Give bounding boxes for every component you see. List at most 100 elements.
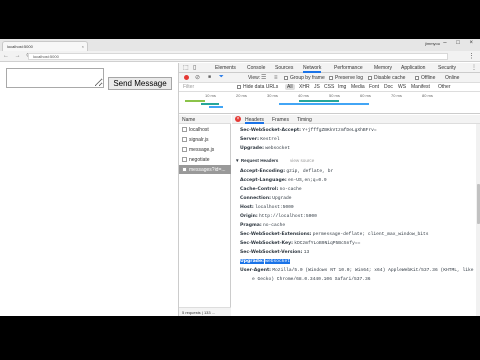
header-row: Sec-WebSocket-Key: kDCzmfYLoB9NiqP5Bc5nf… [240,241,361,246]
tab-sources[interactable]: Sources [275,65,293,71]
header-row: Cache-Control: no-cache [240,187,302,192]
header-row: Server: Kestrel [240,137,280,142]
request-row-selected[interactable]: messages?id=... [179,165,231,174]
file-icon [182,127,187,132]
request-row[interactable]: localhost [179,125,231,134]
detail-scrollbar[interactable] [476,124,480,316]
filter-type-all[interactable]: All [285,84,295,90]
view-source-link[interactable]: view source [290,158,314,163]
header-row: Origin: http://localhost:5000 [240,214,317,219]
header-row: Accept-Encoding: gzip, deflate, br [240,169,334,174]
tab-application[interactable]: Application [401,65,425,71]
devtools-panel: ⬚ ▯ Elements Console Sources Network Per… [178,63,480,316]
timeline-bar [279,103,369,105]
timeline-bar [201,103,219,105]
timeline-tick: 80 ms [422,93,433,98]
header-row: User-Agent: Mozilla/5.0 (Windows NT 10.0… [240,268,474,273]
network-toolbar: ⊘ ■ ⏷ View: ☰ ≡ Group by frame Preserve … [179,73,480,83]
record-icon[interactable] [184,75,189,80]
devtools-more-icon[interactable]: ⋮ [471,64,477,71]
filter-type-doc[interactable]: Doc [384,84,393,90]
clear-icon[interactable]: ⊘ [195,74,200,81]
timeline-tick: 70 ms [391,93,402,98]
header-row-continuation: e Gecko) Chrome/68.0.3440.106 Safari/537… [252,277,371,282]
tab-security[interactable]: Security [438,65,456,71]
browser-tab[interactable]: localhost:5000 × [2,41,88,51]
tab-headers[interactable]: Headers [245,117,264,124]
filter-icon[interactable]: ⏷ [219,74,224,81]
camera-icon[interactable]: ■ [208,74,211,80]
tab-performance[interactable]: Performance [334,65,363,71]
window-controls[interactable]: – □ × [443,40,477,46]
inspect-element-icon[interactable]: ⬚ [183,64,189,71]
file-icon [182,167,187,172]
address-bar: ← → ⟳ localhost:5000 ⋮ [0,51,480,62]
disable-cache-checkbox[interactable]: Disable cache [368,75,405,81]
timeline-bar [185,100,205,102]
device-toolbar-icon[interactable]: ▯ [193,64,196,71]
browser-menu-icon[interactable]: ⋮ [468,52,475,60]
filter-bar: Filter Hide data URLs All XHR JS CSS Img… [179,83,480,92]
request-headers-title[interactable]: ▼ Request Headers [235,158,278,163]
header-row: Connection: Upgrade [240,196,292,201]
url-input[interactable]: localhost:5000 [28,53,448,60]
request-list-header[interactable]: Name [179,115,231,124]
filter-type-other[interactable]: Other [438,84,451,90]
filter-type-xhr[interactable]: XHR [299,84,310,90]
offline-checkbox[interactable]: Offline [415,75,435,81]
header-row: Sec-WebSocket-Accept: Y+jfffgZBKkVtzmfDe… [240,128,377,133]
view-label: View: [248,75,261,81]
devtools-tab-bar: ⬚ ▯ Elements Console Sources Network Per… [179,63,480,73]
timeline-tick: 10 ms [205,93,216,98]
request-detail: × Headers Frames Timing Sec-WebSocket-Ac… [232,115,480,316]
request-headers-section[interactable]: ▼ Request Headers view source [232,158,480,166]
send-message-button[interactable]: Send Message [108,77,172,90]
request-summary: 5 requests | 133 ... [179,307,231,316]
browser-tab-bar: localhost:5000 × jimmyou – □ × [0,39,480,51]
window-user-label: jimmyou [425,41,440,46]
network-timeline[interactable]: 10 ms 20 ms 30 ms 40 ms 50 ms 60 ms 70 m… [179,92,480,114]
preserve-log-checkbox[interactable]: Preserve log [329,75,363,81]
timeline-tick: 60 ms [360,93,371,98]
header-row: Upgrade: websocket [240,146,291,151]
tab-memory[interactable]: Memory [374,65,392,71]
page-content: Send Message [0,63,178,316]
timeline-bar [299,100,339,102]
filter-type-media[interactable]: Media [351,84,365,90]
tab-frames[interactable]: Frames [272,117,289,123]
filter-type-js[interactable]: JS [314,84,320,90]
hide-data-urls-checkbox[interactable]: Hide data URLs [237,84,278,90]
tab-network[interactable]: Network [303,65,322,73]
filter-type-css[interactable]: CSS [324,84,334,90]
file-icon [182,157,187,162]
timeline-tick: 20 ms [236,93,247,98]
header-row: Host: localhost:5000 [240,205,294,210]
message-input[interactable] [6,68,104,88]
group-by-frame-checkbox[interactable]: Group by frame [284,75,325,81]
filter-type-manifest[interactable]: Manifest [411,84,430,90]
header-row: Pragma: no-cache [240,223,286,228]
view-mode-icons[interactable]: ☰ ≡ [261,74,281,81]
close-icon[interactable]: × [235,116,241,122]
filter-type-ws[interactable]: WS [398,84,406,90]
close-tab-icon[interactable]: × [82,44,84,49]
tab-console[interactable]: Console [247,65,265,71]
file-icon [182,147,187,152]
request-row[interactable]: negotiate [179,155,231,164]
filter-input[interactable]: Filter [183,84,231,91]
request-list: Name localhost signalr.js message.js neg… [179,115,231,316]
request-row[interactable]: signalr.js [179,135,231,144]
throttling-select[interactable]: Online [445,75,459,81]
tab-timing[interactable]: Timing [297,117,312,123]
request-row[interactable]: message.js [179,145,231,154]
filter-type-img[interactable]: Img [338,84,346,90]
timeline-tick: 50 ms [329,93,340,98]
header-row: Sec-WebSocket-Extensions: permessage-def… [240,232,429,237]
timeline-bar [209,106,223,108]
tab-elements[interactable]: Elements [215,65,236,71]
timeline-tick: 40 ms [298,93,309,98]
header-row: Sec-WebSocket-Version: 13 [240,250,310,255]
filter-type-font[interactable]: Font [369,84,379,90]
header-row-highlighted[interactable]: Upgrade: websocket [240,258,291,264]
screen: localhost:5000 × jimmyou – □ × ← → ⟳ loc… [0,39,480,316]
